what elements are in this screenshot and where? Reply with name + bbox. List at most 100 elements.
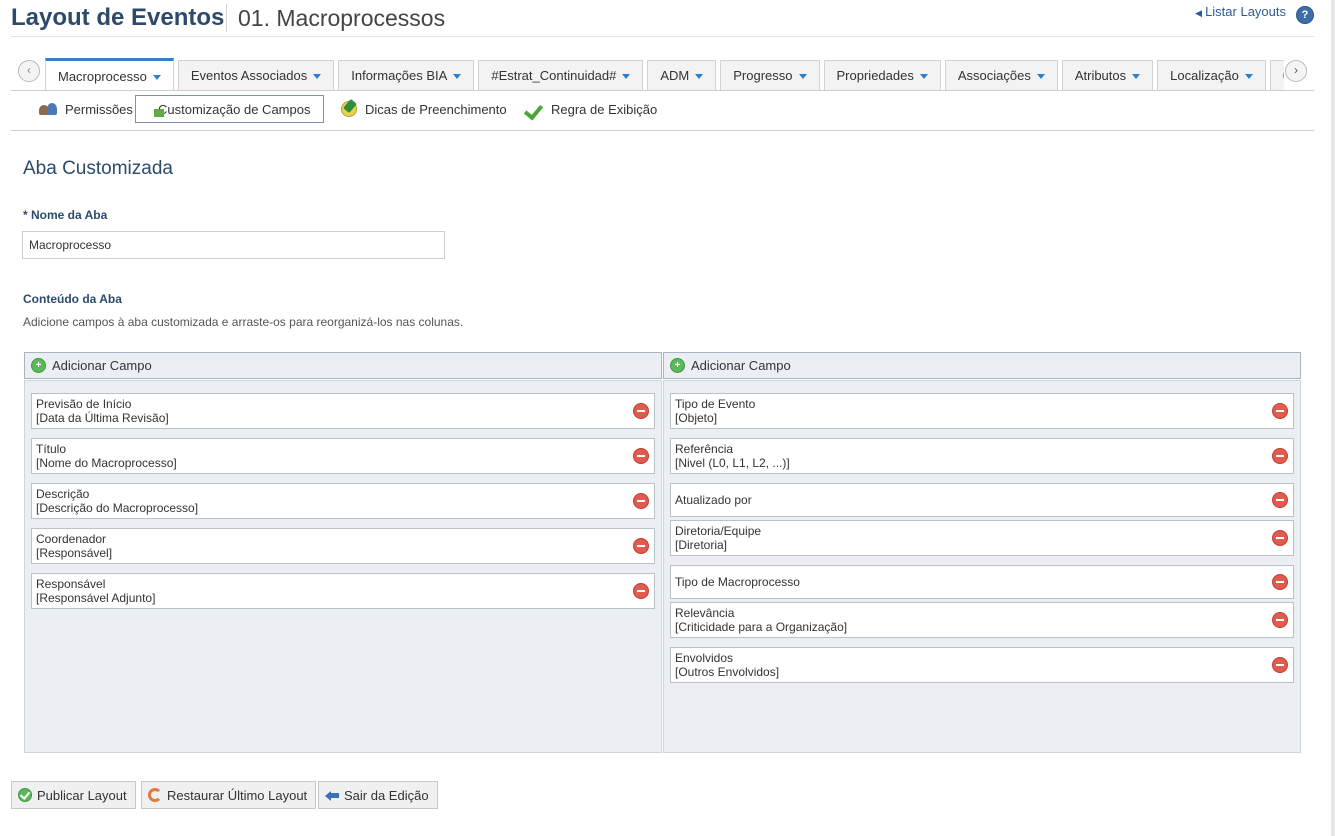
field-name: Referência <box>675 442 734 456</box>
subtab-permissions-label: Permissões <box>65 101 133 117</box>
field-item[interactable]: Título [Nome do Macroprocesso] <box>31 438 655 474</box>
tab-label: Associações <box>957 68 1031 83</box>
dropdown-arrow-icon[interactable] <box>1036 74 1045 79</box>
dropdown-arrow-icon[interactable] <box>1132 74 1141 79</box>
remove-field-icon[interactable] <box>1272 448 1288 464</box>
remove-field-icon[interactable] <box>1272 574 1288 590</box>
list-layouts-label: Listar Layouts <box>1205 4 1286 19</box>
field-item[interactable]: Referência [Nivel (L0, L1, L2, ...)] <box>670 438 1294 474</box>
publish-layout-label: Publicar Layout <box>37 787 127 803</box>
field-item[interactable]: Tipo de Macroprocesso <box>670 565 1294 599</box>
tabs-next-button[interactable]: › <box>1285 60 1307 82</box>
tab-item[interactable]: Informações BIA <box>338 60 475 90</box>
dropdown-arrow-icon[interactable] <box>1244 74 1253 79</box>
field-item[interactable]: Atualizado por <box>670 483 1294 517</box>
field-item[interactable]: Coordenador [Responsável] <box>31 528 655 564</box>
field-item[interactable]: Envolvidos [Outros Envolvidos] <box>670 647 1294 683</box>
remove-field-icon[interactable] <box>633 583 649 599</box>
tab-label: #Estrat_Continuidad# <box>491 68 617 83</box>
dropdown-arrow-icon[interactable] <box>622 74 631 79</box>
remove-field-icon[interactable] <box>633 493 649 509</box>
field-source: [Nome do Macroprocesso] <box>36 456 177 470</box>
field-source: [Diretoria] <box>675 538 728 552</box>
dropdown-arrow-icon[interactable] <box>152 75 161 80</box>
dropdown-arrow-icon[interactable] <box>453 74 462 79</box>
tab-item[interactable]: ADM <box>647 60 717 90</box>
field-item[interactable]: Previsão de Início [Data da Última Revisã… <box>31 393 655 429</box>
tab-label: Propriedades <box>836 68 914 83</box>
tab-label: Eventos Associados <box>190 68 308 83</box>
field-name: Tipo de Macroprocesso <box>675 575 800 589</box>
tab-name-input[interactable] <box>22 231 445 259</box>
tab-content-description: Adicione campos à aba customizada e arra… <box>23 315 464 329</box>
exit-edit-label: Sair da Edição <box>344 787 429 803</box>
tab-item[interactable]: Eventos Associados <box>177 60 335 90</box>
remove-field-icon[interactable] <box>1272 492 1288 508</box>
field-item[interactable]: Descrição [Descrição do Macroprocesso] <box>31 483 655 519</box>
tab-label: ADM <box>660 68 690 83</box>
remove-field-icon[interactable] <box>1272 612 1288 628</box>
tab-item[interactable]: #Estrat_Continuidad# <box>478 60 644 90</box>
remove-field-icon[interactable] <box>633 538 649 554</box>
page-scrollbar[interactable] <box>1331 0 1335 836</box>
tab-item[interactable]: Propriedades <box>823 60 941 90</box>
tab-label: Atributos <box>1074 68 1127 83</box>
add-field-label: Adicionar Campo <box>52 358 152 373</box>
field-item[interactable]: Responsável [Responsável Adjunto] <box>31 573 655 609</box>
tab-label: Macroprocesso <box>58 69 147 84</box>
right-column-body[interactable]: Tipo de Evento [Objeto] Referência [Nivel (… <box>663 380 1301 753</box>
dropdown-arrow-icon[interactable] <box>695 74 704 79</box>
restore-layout-button[interactable]: Restaurar Último Layout <box>141 781 317 809</box>
field-name: Diretoria/Equipe <box>675 524 762 538</box>
field-item[interactable]: Relevância [Criticidade para a Organizaçã… <box>670 602 1294 638</box>
tab-item[interactable]: Progresso <box>720 60 820 90</box>
plus-icon: + <box>670 358 685 373</box>
field-item[interactable]: Diretoria/Equipe [Diretoria] <box>670 520 1294 556</box>
dropdown-arrow-icon[interactable] <box>798 74 807 79</box>
field-name: Previsão de Início <box>36 397 132 411</box>
dropdown-arrow-icon[interactable] <box>919 74 928 79</box>
field-source: [Responsável Adjunto] <box>36 591 156 605</box>
section-title: Aba Customizada <box>23 158 173 179</box>
caret-left-icon: ◀ <box>1195 8 1203 18</box>
field-source: [Outros Envolvidos] <box>675 665 780 679</box>
tab-item[interactable]: Associações <box>944 60 1058 90</box>
publish-layout-button[interactable]: Publicar Layout <box>11 781 136 809</box>
field-source: [Nivel (L0, L1, L2, ...)] <box>675 456 790 470</box>
left-add-field-button[interactable]: + Adicionar Campo <box>24 352 662 379</box>
remove-field-icon[interactable] <box>1272 403 1288 419</box>
remove-field-icon[interactable] <box>633 403 649 419</box>
tab-item[interactable]: Macroprocesso <box>45 58 174 90</box>
field-source: [Criticidade para a Organização] <box>675 620 848 634</box>
right-add-field-button[interactable]: + Adicionar Campo <box>663 352 1301 379</box>
tab-item[interactable]: Atributos <box>1061 60 1154 90</box>
tab-label: Localização <box>1170 68 1239 83</box>
field-name: Título <box>36 442 67 456</box>
create-tab-button[interactable]: +Criar Aba <box>1269 60 1284 90</box>
tab-item[interactable]: Localização <box>1157 60 1266 90</box>
subtab-hints[interactable]: Dicas de Preenchimento <box>327 95 521 123</box>
field-name: Descrição <box>36 487 90 501</box>
field-item[interactable]: Tipo de Evento [Objeto] <box>670 393 1294 429</box>
exit-edit-button[interactable]: Sair da Edição <box>318 781 438 809</box>
field-source: [Responsável] <box>36 546 113 560</box>
tab-label: Progresso <box>733 68 793 83</box>
subtab-customization[interactable]: Customização de Campos <box>135 95 324 123</box>
dropdown-arrow-icon[interactable] <box>313 74 322 79</box>
check-icon <box>525 101 543 117</box>
left-column-body[interactable]: Previsão de Início [Data da Última Revisã… <box>24 380 662 753</box>
subtab-customization-label: Customização de Campos <box>158 101 311 117</box>
tabs-prev-button[interactable]: ‹ <box>18 60 40 82</box>
page-header: Layout de Eventos 01. Macroprocessos ◀ Li… <box>11 0 1314 37</box>
left-column: + Adicionar Campo Previsão de Início [Dat… <box>24 352 662 753</box>
subtab-display-rule[interactable]: Regra de Exibição <box>511 95 671 123</box>
plus-icon: + <box>31 358 46 373</box>
help-icon[interactable]: ? <box>1296 6 1314 24</box>
remove-field-icon[interactable] <box>1272 530 1288 546</box>
list-layouts-link[interactable]: ◀ Listar Layouts <box>1195 4 1286 19</box>
remove-field-icon[interactable] <box>633 448 649 464</box>
subtab-permissions[interactable]: Permissões <box>25 95 147 123</box>
remove-field-icon[interactable] <box>1272 657 1288 673</box>
check-circle-icon <box>18 788 32 802</box>
field-name: Envolvidos <box>675 651 734 665</box>
